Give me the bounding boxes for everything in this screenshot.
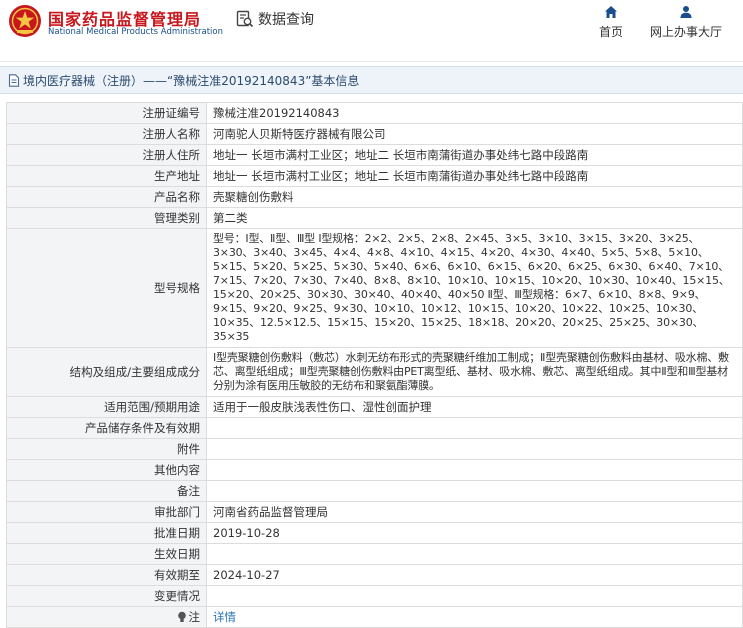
row-label: 管理类别 (6, 207, 207, 229)
nmpa-emblem-icon[interactable] (8, 4, 42, 38)
row-label: 产品名称 (6, 186, 207, 208)
row-label: 审批部门 (6, 501, 207, 523)
row-label: 注册人住所 (6, 144, 207, 166)
table-row: 其他内容 (6, 459, 743, 481)
row-value: 适用于一般皮肤浅表性伤口、湿性创面护理 (206, 396, 743, 418)
note-label: 注 (188, 609, 201, 624)
table-row: 生效日期 (6, 543, 743, 565)
row-label: 注册人名称 (6, 123, 207, 145)
brand-title-en[interactable]: National Medical Products Administration (48, 27, 223, 37)
note-label-cell: 注 (6, 606, 207, 628)
row-value: 第二类 (206, 207, 743, 229)
registration-detail-table: 注册证编号 豫械注准20192140843 注册人名称 河南驼人贝斯特医疗器械有限公… (6, 102, 743, 628)
table-row: 注册证编号 豫械注准20192140843 (6, 102, 743, 124)
table-row: 管理类别 第二类 (6, 207, 743, 229)
row-value (206, 543, 743, 565)
note-value-cell: 详情 (206, 606, 743, 628)
table-row: 注 详情 (6, 606, 743, 628)
table-row: 注册人住所 地址一 长垣市满村工业区；地址二 长垣市南蒲街道办事处纬七路中段路南 (6, 144, 743, 166)
row-value: 地址一 长垣市满村工业区；地址二 长垣市南蒲街道办事处纬七路中段路南 (206, 144, 743, 166)
data-query-label: 数据查询 (258, 12, 314, 28)
row-value: 2024-10-27 (206, 564, 743, 586)
table-row: 产品名称 壳聚糖创伤敷料 (6, 186, 743, 208)
row-label: 型号规格 (6, 228, 207, 348)
home-icon (605, 6, 617, 18)
data-query-link[interactable]: 数据查询 (236, 9, 314, 29)
row-value: 地址一 长垣市满村工业区；地址二 长垣市南蒲街道办事处纬七路中段路南 (206, 165, 743, 187)
row-label: 其他内容 (6, 459, 207, 481)
site-header: 国家药品监督管理局 National Medical Products Admi… (0, 0, 743, 62)
row-label: 批准日期 (6, 522, 207, 544)
row-value (206, 480, 743, 502)
row-value (206, 459, 743, 481)
row-label: 结构及组成/主要组成成分 (6, 347, 207, 397)
row-label: 产品储存条件及有效期 (6, 417, 207, 439)
table-row: 有效期至 2024-10-27 (6, 564, 743, 586)
table-row: 适用范围/预期用途 适用于一般皮肤浅表性伤口、湿性创面护理 (6, 396, 743, 418)
row-value (206, 417, 743, 439)
row-label: 适用范围/预期用途 (6, 396, 207, 418)
breadcrumb: 境内医疗器械（注册）——“豫械注准20192140843”基本信息 (0, 66, 743, 94)
table-row: 结构及组成/主要组成成分 Ⅰ型壳聚糖创伤敷料（敷芯）水刺无纺布形式的壳聚糖纤维加工… (6, 347, 743, 397)
nav-home-label: 首页 (598, 25, 623, 39)
nav-home[interactable]: 首页 (598, 5, 624, 40)
row-label: 注册证编号 (6, 102, 207, 124)
nav-online-office[interactable]: 网上办事大厅 (648, 5, 724, 40)
table-row: 产品储存条件及有效期 (6, 417, 743, 439)
table-row: 注册人名称 河南驼人贝斯特医疗器械有限公司 (6, 123, 743, 145)
table-row: 型号规格 型号：Ⅰ型、Ⅱ型、Ⅲ型 Ⅰ型规格：2×2、2×5、2×8、2×45、3×… (6, 228, 743, 348)
row-label: 变更情况 (6, 585, 207, 607)
table-row: 备注 (6, 480, 743, 502)
row-label: 备注 (6, 480, 207, 502)
table-row: 附件 (6, 438, 743, 460)
row-value: 壳聚糖创伤敷料 (206, 186, 743, 208)
details-link[interactable]: 详情 (213, 610, 236, 624)
row-label: 生效日期 (6, 543, 207, 565)
table-row: 批准日期 2019-10-28 (6, 522, 743, 544)
row-value: 豫械注准20192140843 (206, 102, 743, 124)
row-label: 生产地址 (6, 165, 207, 187)
table-row: 审批部门 河南省药品监督管理局 (6, 501, 743, 523)
bulb-icon (177, 611, 186, 622)
breadcrumb-text: 境内医疗器械（注册）——“豫械注准20192140843”基本信息 (23, 73, 360, 88)
model-spec-value: 型号：Ⅰ型、Ⅱ型、Ⅲ型 Ⅰ型规格：2×2、2×5、2×8、2×45、3×5、3×… (206, 228, 743, 348)
row-value: 河南驼人贝斯特医疗器械有限公司 (206, 123, 743, 145)
document-icon (8, 73, 20, 87)
table-row: 变更情况 (6, 585, 743, 607)
composition-value: Ⅰ型壳聚糖创伤敷料（敷芯）水刺无纺布形式的壳聚糖纤维加工制成；Ⅱ型壳聚糖创伤敷料… (206, 347, 743, 397)
nav-online-office-label: 网上办事大厅 (649, 25, 722, 39)
table-row: 生产地址 地址一 长垣市满村工业区；地址二 长垣市南蒲街道办事处纬七路中段路南 (6, 165, 743, 187)
row-label: 有效期至 (6, 564, 207, 586)
user-icon (680, 6, 692, 18)
row-value (206, 585, 743, 607)
row-label: 附件 (6, 438, 207, 460)
row-value (206, 438, 743, 460)
data-search-icon (236, 10, 254, 28)
row-value: 河南省药品监督管理局 (206, 501, 743, 523)
row-value: 2019-10-28 (206, 522, 743, 544)
